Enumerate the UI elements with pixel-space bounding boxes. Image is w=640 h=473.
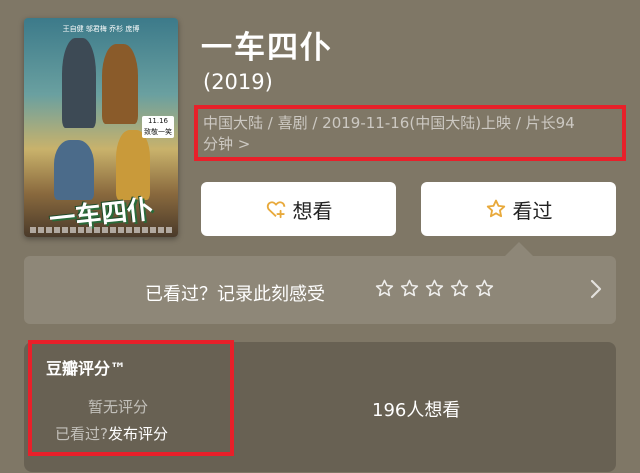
want-count: 196人想看 <box>372 400 461 421</box>
rating-star-icon[interactable] <box>374 278 395 299</box>
poster-figure <box>102 44 138 124</box>
chevron-right-icon[interactable] <box>588 278 604 300</box>
meta-highlight-box <box>194 105 626 161</box>
movie-title: 一车四仆 <box>201 30 333 66</box>
movie-poster[interactable]: 王自健 邬君梅 乔杉 庞博 11.16 致敬一笑 一车四仆 <box>24 18 178 237</box>
poster-date-line2: 致敬一笑 <box>144 128 172 136</box>
watched-pointer <box>505 242 533 256</box>
rating-star-icon[interactable] <box>399 278 420 299</box>
want-to-watch-button[interactable]: 想看 <box>201 182 396 236</box>
rating-highlight-box <box>28 340 234 456</box>
record-feeling-prompt: 已看过？记录此刻感受 <box>145 284 325 305</box>
poster-actor-text: 王自健 邬君梅 乔杉 庞博 <box>62 25 140 33</box>
poster-figure <box>62 38 96 128</box>
want-to-watch-label: 想看 <box>292 198 333 223</box>
star-icon <box>486 199 505 218</box>
poster-credits <box>30 227 172 233</box>
poster-date-badge: 11.16 致敬一笑 <box>142 116 174 138</box>
star-rating-input[interactable] <box>374 278 495 299</box>
heart-plus-icon <box>266 201 285 219</box>
movie-year: (2019) <box>203 70 273 94</box>
poster-figure <box>54 140 94 200</box>
rating-star-icon[interactable] <box>449 278 470 299</box>
watched-label: 看过 <box>512 198 553 223</box>
poster-actor-names: 王自健 邬君梅 乔杉 庞博 <box>24 24 178 36</box>
poster-date-line1: 11.16 <box>147 117 169 125</box>
watched-button[interactable]: 看过 <box>421 182 616 236</box>
rating-star-icon[interactable] <box>474 278 495 299</box>
rating-star-icon[interactable] <box>424 278 445 299</box>
